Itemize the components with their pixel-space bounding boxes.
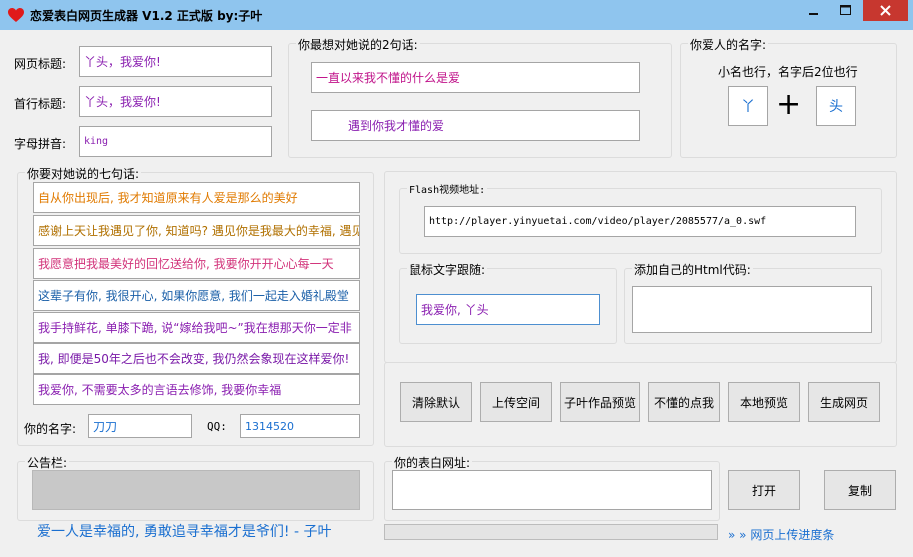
heart-icon [8,8,24,22]
url-legend: 你的表白网址: [392,454,473,471]
notice-legend: 公告栏: [25,454,70,471]
love-sentence-input[interactable]: 我, 即便是50年之后也不会改变, 我仍然会象现在这样爱你! [33,343,360,374]
minimize-button[interactable] [800,0,828,21]
footer-slogan: 爱一人是幸福的, 勇敢追寻幸福才是爷们! - 子叶 [37,524,332,540]
plus-sign: + [776,87,802,122]
maximize-icon [839,5,851,15]
your-name-input[interactable]: 刀刀 [88,414,192,438]
mouse-text-input[interactable]: 我爱你, 丫头 [416,294,600,325]
page-title-input[interactable]: 丫头，我爱你! [79,46,272,77]
qq-label: QQ: [207,420,227,433]
love-sentence-input[interactable]: 我手持鲜花, 单膝下跪, 说“嫁给我吧~”我在想那天你一定非 [33,312,360,343]
clear-default-button[interactable]: 清除默认 [400,382,472,422]
flash-legend: Flash视频地址: [407,181,488,196]
close-button[interactable] [863,0,908,21]
love-sentence-input[interactable]: 这辈子有你, 我很开心, 如果你愿意, 我们一起走入婚礼殿堂 [33,280,360,311]
seven-lines-legend: 你要对她说的七句话: [25,165,142,182]
close-icon [880,5,891,16]
generate-page-button[interactable]: 生成网页 [808,382,880,422]
lover-char-1-input[interactable]: 丫 [728,86,768,126]
mouse-text-legend: 鼠标文字跟随: [407,261,488,278]
minimize-icon [809,12,818,15]
love-line-1-input[interactable]: 一直以来我不懂的什么是爱 [311,62,640,93]
open-button[interactable]: 打开 [728,470,800,510]
two-lines-legend: 你最想对她说的2句话: [296,36,420,53]
help-button[interactable]: 不懂的点我 [648,382,720,422]
lover-name-hint: 小名也行，名字后2位也行 [718,65,858,79]
upload-progress-bar [384,524,718,540]
title-bar: 恋爱表白网页生成器 V1.2 正式版 by:子叶 [0,0,913,30]
lover-name-legend: 你爱人的名字: [688,36,769,53]
pinyin-label: 字母拼音: [14,137,67,151]
confession-url-input[interactable] [392,470,712,510]
works-preview-button[interactable]: 子叶作品预览 [560,382,640,422]
maximize-button[interactable] [828,0,863,21]
copy-button[interactable]: 复制 [824,470,896,510]
html-code-legend: 添加自己的Html代码: [632,261,753,278]
love-line-2-input[interactable]: 遇到你我才懂的爱 [311,110,640,141]
html-code-input[interactable] [632,286,872,333]
local-preview-button[interactable]: 本地预览 [728,382,800,422]
qq-input[interactable]: 1314520 [240,414,360,438]
first-title-label: 首行标题: [14,97,67,111]
progress-label: » » 网页上传进度条 [728,528,835,542]
page-title-label: 网页标题: [14,57,67,71]
notice-area [32,470,360,510]
your-name-label: 你的名字: [24,422,77,436]
love-sentence-input[interactable]: 感谢上天让我遇见了你, 知道吗? 遇见你是我最大的幸福, 遇见 [33,215,360,246]
love-sentence-input[interactable]: 我爱你, 不需要太多的言语去修饰, 我要你幸福 [33,374,360,405]
first-title-input[interactable]: 丫头，我爱你! [79,86,272,117]
upload-space-button[interactable]: 上传空间 [480,382,552,422]
flash-url-input[interactable]: http://player.yinyuetai.com/video/player… [424,206,856,237]
love-sentence-input[interactable]: 自从你出现后, 我才知道原来有人爱是那么的美好 [33,182,360,213]
app-window: 恋爱表白网页生成器 V1.2 正式版 by:子叶 网页标题: 丫头，我爱你! 首… [0,0,913,557]
love-sentence-input[interactable]: 我愿意把我最美好的回忆送给你, 我要你开开心心每一天 [33,248,360,279]
pinyin-input[interactable]: king [79,126,272,157]
lover-char-2-input[interactable]: 头 [816,86,856,126]
window-title: 恋爱表白网页生成器 V1.2 正式版 by:子叶 [30,9,263,23]
